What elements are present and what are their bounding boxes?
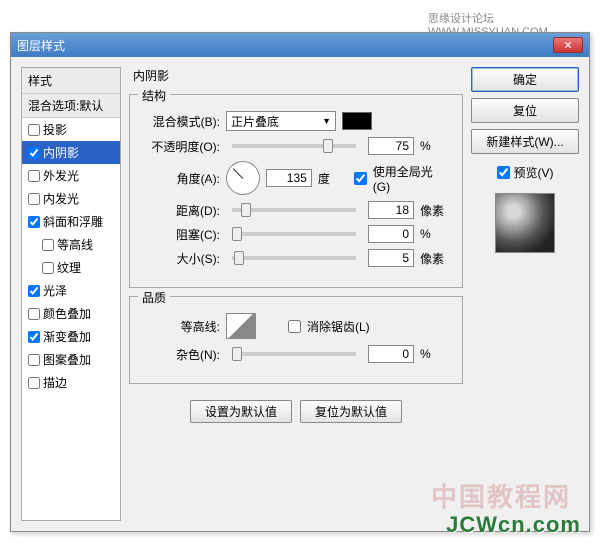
blend-mode-value: 正片叠底	[231, 113, 279, 130]
style-item-label: 渐变叠加	[43, 328, 91, 345]
settings-panel: 内阴影 结构 混合模式(B): 正片叠底 ▼ 不透明度(O): 75 %	[129, 67, 463, 521]
antialias-checkbox[interactable]	[288, 320, 301, 333]
style-item-label: 内发光	[43, 190, 79, 207]
style-item-label: 颜色叠加	[43, 305, 91, 322]
angle-dial[interactable]	[226, 161, 260, 195]
style-item-label: 斜面和浮雕	[43, 213, 103, 230]
distance-unit: 像素	[420, 202, 450, 219]
titlebar[interactable]: 图层样式 ✕	[11, 33, 589, 57]
style-checkbox[interactable]	[28, 124, 40, 136]
shadow-color-swatch[interactable]	[342, 112, 372, 130]
choke-input[interactable]: 0	[368, 225, 414, 243]
style-item-10[interactable]: 图案叠加	[22, 348, 120, 371]
choke-label: 阻塞(C):	[142, 226, 220, 243]
style-item-1[interactable]: 内阴影	[22, 141, 120, 164]
style-checkbox[interactable]	[28, 377, 40, 389]
style-item-3[interactable]: 内发光	[22, 187, 120, 210]
quality-legend: 品质	[138, 289, 170, 306]
opacity-label: 不透明度(O):	[142, 138, 220, 155]
structure-legend: 结构	[138, 87, 170, 104]
style-item-label: 纹理	[57, 259, 81, 276]
style-item-8[interactable]: 颜色叠加	[22, 302, 120, 325]
style-checkbox[interactable]	[28, 354, 40, 366]
ok-button[interactable]: 确定	[471, 67, 579, 92]
style-item-5[interactable]: 等高线	[22, 233, 120, 256]
style-item-0[interactable]: 投影	[22, 118, 120, 141]
style-item-label: 图案叠加	[43, 351, 91, 368]
style-checkbox[interactable]	[28, 170, 40, 182]
size-input[interactable]: 5	[368, 249, 414, 267]
watermark-text-1: 中国教程网	[431, 477, 571, 514]
style-item-label: 外发光	[43, 167, 79, 184]
blend-mode-label: 混合模式(B):	[142, 113, 220, 130]
style-checkbox[interactable]	[28, 216, 40, 228]
style-item-11[interactable]: 描边	[22, 371, 120, 394]
blend-mode-combo[interactable]: 正片叠底 ▼	[226, 111, 336, 131]
noise-input[interactable]: 0	[368, 345, 414, 363]
distance-input[interactable]: 18	[368, 201, 414, 219]
preview-checkbox[interactable]	[497, 166, 510, 179]
contour-label: 等高线:	[142, 318, 220, 335]
style-checkbox[interactable]	[28, 308, 40, 320]
chevron-down-icon: ▼	[322, 116, 331, 126]
size-unit: 像素	[420, 250, 450, 267]
contour-picker[interactable]	[226, 313, 256, 339]
global-light-label: 使用全局光(G)	[373, 163, 450, 194]
opacity-slider[interactable]	[232, 144, 356, 148]
style-checkbox[interactable]	[42, 239, 54, 251]
distance-label: 距离(D):	[142, 202, 220, 219]
watermark-text-2: JCWcn.com	[446, 512, 581, 538]
make-default-button[interactable]: 设置为默认值	[190, 400, 292, 423]
style-item-label: 内阴影	[43, 144, 79, 161]
reset-button[interactable]: 复位	[471, 98, 579, 123]
style-item-2[interactable]: 外发光	[22, 164, 120, 187]
section-title: 内阴影	[129, 67, 463, 86]
choke-slider[interactable]	[232, 232, 356, 236]
right-button-panel: 确定 复位 新建样式(W)... 预览(V)	[471, 67, 579, 521]
opacity-input[interactable]: 75	[368, 137, 414, 155]
style-item-label: 光泽	[43, 282, 67, 299]
noise-label: 杂色(N):	[142, 346, 220, 363]
style-item-6[interactable]: 纹理	[22, 256, 120, 279]
preview-thumbnail	[495, 193, 555, 253]
global-light-checkbox[interactable]	[354, 172, 367, 185]
style-checkbox[interactable]	[28, 285, 40, 297]
reset-default-button[interactable]: 复位为默认值	[300, 400, 402, 423]
choke-unit: %	[420, 227, 450, 241]
style-item-label: 投影	[43, 121, 67, 138]
styles-header[interactable]: 样式	[22, 68, 120, 94]
style-item-7[interactable]: 光泽	[22, 279, 120, 302]
angle-unit: 度	[318, 170, 348, 187]
angle-label: 角度(A):	[142, 170, 220, 187]
angle-input[interactable]: 135	[266, 169, 312, 187]
antialias-label: 消除锯齿(L)	[307, 318, 370, 335]
layer-style-dialog: 图层样式 ✕ 样式 混合选项:默认 投影内阴影外发光内发光斜面和浮雕等高线纹理光…	[10, 32, 590, 532]
styles-list-panel: 样式 混合选项:默认 投影内阴影外发光内发光斜面和浮雕等高线纹理光泽颜色叠加渐变…	[21, 67, 121, 521]
style-checkbox[interactable]	[28, 193, 40, 205]
opacity-unit: %	[420, 139, 450, 153]
noise-slider[interactable]	[232, 352, 356, 356]
close-button[interactable]: ✕	[553, 37, 583, 53]
dialog-title: 图层样式	[17, 37, 65, 54]
style-checkbox[interactable]	[28, 331, 40, 343]
noise-unit: %	[420, 347, 450, 361]
size-slider[interactable]	[232, 256, 356, 260]
style-item-9[interactable]: 渐变叠加	[22, 325, 120, 348]
preview-label: 预览(V)	[514, 164, 554, 181]
style-checkbox[interactable]	[42, 262, 54, 274]
structure-fieldset: 结构 混合模式(B): 正片叠底 ▼ 不透明度(O): 75 % 角	[129, 94, 463, 288]
style-item-label: 等高线	[57, 236, 93, 253]
style-item-label: 描边	[43, 374, 67, 391]
distance-slider[interactable]	[232, 208, 356, 212]
size-label: 大小(S):	[142, 250, 220, 267]
style-item-4[interactable]: 斜面和浮雕	[22, 210, 120, 233]
blend-options-item[interactable]: 混合选项:默认	[22, 94, 120, 118]
new-style-button[interactable]: 新建样式(W)...	[471, 129, 579, 154]
style-checkbox[interactable]	[28, 147, 40, 159]
quality-fieldset: 品质 等高线: 消除锯齿(L) 杂色(N): 0 %	[129, 296, 463, 384]
